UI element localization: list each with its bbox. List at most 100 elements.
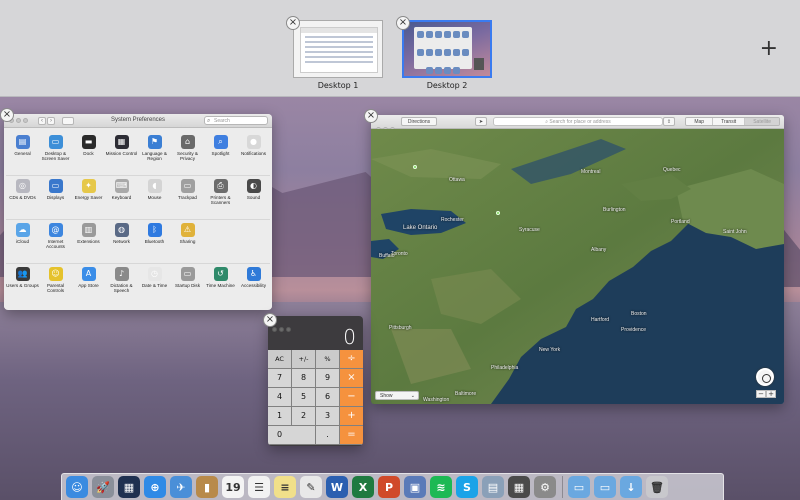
- map-place-label[interactable]: New York: [539, 347, 560, 353]
- add-desktop-button[interactable]: +: [760, 38, 778, 60]
- zoom-in-button[interactable]: +: [766, 390, 776, 398]
- preference-pane[interactable]: ● Notifications: [237, 135, 270, 175]
- preference-pane[interactable]: ⌕ Spotlight: [204, 135, 237, 175]
- calculator-key[interactable]: %: [316, 350, 340, 369]
- preference-pane[interactable]: ☺ Parental Controls: [39, 267, 72, 308]
- calculator-key[interactable]: .: [316, 426, 340, 445]
- powerpoint-icon[interactable]: P: [378, 476, 400, 498]
- preference-pane[interactable]: 👥 Users & Groups: [6, 267, 39, 308]
- map-canvas[interactable]: Lake Ontario Ottawa Montreal Toronto Buffalo…: [371, 129, 784, 404]
- preference-pane[interactable]: @ Internet Accounts: [39, 223, 72, 263]
- preference-pane[interactable]: ◖ Mouse: [138, 179, 171, 219]
- show-dropdown[interactable]: Show ⌄: [375, 391, 419, 400]
- map-place-label[interactable]: Quebec: [663, 167, 681, 173]
- view-mode-map[interactable]: Map: [686, 118, 714, 125]
- map-place-label[interactable]: Albany: [591, 247, 606, 253]
- calculator-key[interactable]: 2: [292, 407, 316, 426]
- desktop-1-thumbnail[interactable]: [293, 20, 383, 78]
- preference-pane[interactable]: ◍ Network: [105, 223, 138, 263]
- preference-pane[interactable]: ↺ Time Machine: [204, 267, 237, 308]
- calculator-key[interactable]: ×: [340, 369, 363, 388]
- view-mode-control[interactable]: Map Transit Satellite: [685, 117, 780, 126]
- map-place-label[interactable]: Lake Ontario: [403, 225, 437, 231]
- preference-pane[interactable]: ☁ iCloud: [6, 223, 39, 263]
- excel-icon[interactable]: X: [352, 476, 374, 498]
- calculator-key[interactable]: AC: [268, 350, 292, 369]
- close-window-icon[interactable]: ×: [263, 313, 277, 327]
- system-preferences-icon[interactable]: ⚙: [534, 476, 556, 498]
- map-pin[interactable]: [496, 211, 500, 215]
- maps-window[interactable]: Directions ➤ ⌕ Search for place or addre…: [371, 115, 784, 404]
- system-preferences-window[interactable]: ‹ › System Preferences ⌕ Search ▤ General ▭…: [4, 114, 272, 310]
- map-place-label[interactable]: Burlington: [603, 207, 626, 213]
- space-desktop-2[interactable]: Desktop 2: [402, 20, 492, 90]
- desktop-2-thumbnail[interactable]: [402, 20, 492, 78]
- preference-pane[interactable]: ⌨ Keyboard: [105, 179, 138, 219]
- mail-icon[interactable]: ✈: [170, 476, 192, 498]
- preference-pane[interactable]: ⌂ Security & Privacy: [171, 135, 204, 175]
- word-icon[interactable]: W: [326, 476, 348, 498]
- calculator-titlebar[interactable]: [268, 316, 363, 332]
- map-place-label[interactable]: Washington: [423, 397, 449, 403]
- close-window-icon[interactable]: ×: [0, 108, 14, 122]
- reminders-icon[interactable]: ☰: [248, 476, 270, 498]
- calculator-key[interactable]: 9: [316, 369, 340, 388]
- calculator-key[interactable]: 3: [316, 407, 340, 426]
- preference-pane[interactable]: ◐ Sound: [237, 179, 270, 219]
- view-mode-satellite[interactable]: Satellite: [745, 118, 779, 125]
- map-place-label[interactable]: Baltimore: [455, 391, 476, 397]
- preference-pane[interactable]: ⎙ Printers & Scanners: [204, 179, 237, 219]
- calculator-key[interactable]: 8: [292, 369, 316, 388]
- documents-folder-icon[interactable]: ▭: [594, 476, 616, 498]
- calculator-key[interactable]: 6: [316, 388, 340, 407]
- notes-icon[interactable]: ≡: [274, 476, 296, 498]
- map-place-label[interactable]: Philadelphia: [491, 365, 518, 371]
- preference-pane[interactable]: ◷ Date & Time: [138, 267, 171, 308]
- directions-button[interactable]: Directions: [401, 117, 437, 126]
- close-desktop-2-icon[interactable]: ×: [396, 16, 410, 30]
- space-desktop-1[interactable]: Desktop 1: [293, 20, 383, 90]
- close-desktop-1-icon[interactable]: ×: [286, 16, 300, 30]
- textedit-icon[interactable]: ✎: [300, 476, 322, 498]
- preference-pane[interactable]: ▭ Displays: [39, 179, 72, 219]
- close-window-icon[interactable]: ×: [364, 109, 378, 123]
- archive-utility-icon[interactable]: ▤: [482, 476, 504, 498]
- calculator-key[interactable]: =: [340, 426, 363, 445]
- preference-pane[interactable]: ▦ Mission Control: [105, 135, 138, 175]
- calculator-key[interactable]: 7: [268, 369, 292, 388]
- view-mode-transit[interactable]: Transit: [713, 118, 746, 125]
- zoom-out-button[interactable]: −: [756, 390, 766, 398]
- calculator-key[interactable]: +: [340, 407, 363, 426]
- spotify-icon[interactable]: ≋: [430, 476, 452, 498]
- share-button[interactable]: ⇪: [663, 117, 675, 126]
- contacts-icon[interactable]: ▮: [196, 476, 218, 498]
- preference-pane[interactable]: ⚑ Language & Region: [138, 135, 171, 175]
- safari-icon[interactable]: ⊕: [144, 476, 166, 498]
- preference-pane[interactable]: ▬ Dock: [72, 135, 105, 175]
- preference-pane[interactable]: ✦ Energy Saver: [72, 179, 105, 219]
- calculator-key[interactable]: 0: [268, 426, 316, 445]
- search-input[interactable]: ⌕ Search for place or address: [493, 117, 663, 126]
- preference-pane[interactable]: ᛒ Bluetooth: [138, 223, 171, 263]
- map-place-label[interactable]: Pittsburgh: [389, 325, 412, 331]
- calculator-key[interactable]: 1: [268, 407, 292, 426]
- downloads-folder-icon[interactable]: ↓: [620, 476, 642, 498]
- map-place-label[interactable]: Montreal: [581, 169, 600, 175]
- maps-toolbar[interactable]: Directions ➤ ⌕ Search for place or addre…: [371, 115, 784, 132]
- map-place-label[interactable]: Hartford: [591, 317, 609, 323]
- preference-pane[interactable]: ▥ Extensions: [72, 223, 105, 263]
- map-place-label[interactable]: Buffalo: [379, 253, 394, 259]
- launchpad-icon[interactable]: 🚀: [92, 476, 114, 498]
- calculator-icon[interactable]: ▦: [508, 476, 530, 498]
- preference-pane[interactable]: ♪ Dictation & Speech: [105, 267, 138, 308]
- preview-icon[interactable]: ▣: [404, 476, 426, 498]
- skype-icon[interactable]: S: [456, 476, 478, 498]
- map-place-label[interactable]: Providence: [621, 327, 646, 333]
- preference-pane[interactable]: ▤ General: [6, 135, 39, 175]
- zoom-control[interactable]: − +: [756, 390, 776, 398]
- mission-control-icon[interactable]: ▦: [118, 476, 140, 498]
- calculator-key[interactable]: ÷: [340, 350, 363, 369]
- map-place-label[interactable]: Saint John: [723, 229, 747, 235]
- finder-icon[interactable]: ☺: [66, 476, 88, 498]
- map-place-label[interactable]: Boston: [631, 311, 647, 317]
